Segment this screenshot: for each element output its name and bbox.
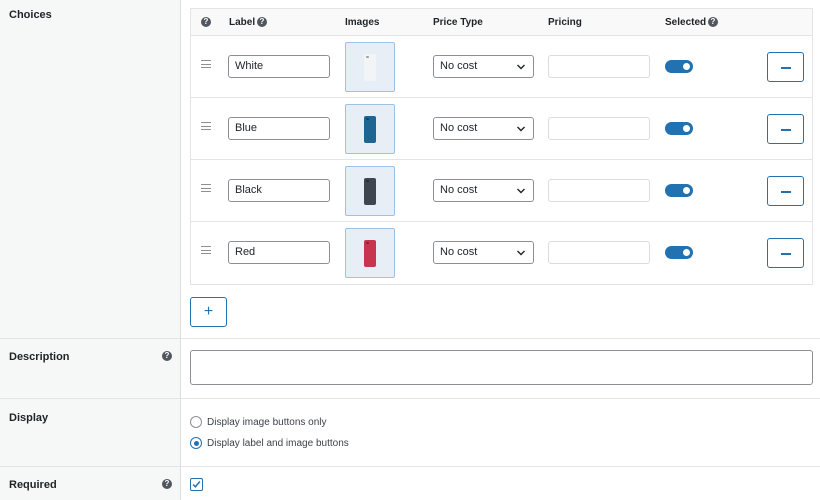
price-type-value: No cost	[440, 60, 478, 72]
selected-toggle[interactable]	[665, 60, 693, 73]
minus-icon	[781, 67, 791, 69]
radio-button[interactable]	[190, 416, 202, 428]
phone-case-image	[364, 178, 376, 205]
drag-handle-icon[interactable]	[201, 184, 211, 192]
chevron-down-icon	[517, 64, 525, 70]
price-type-select[interactable]: No cost	[433, 117, 534, 140]
choice-image-button[interactable]	[345, 166, 395, 216]
price-type-value: No cost	[440, 246, 478, 258]
drag-handle-icon[interactable]	[201, 60, 211, 68]
price-type-select[interactable]: No cost	[433, 241, 534, 264]
selected-toggle[interactable]	[665, 184, 693, 197]
description-textarea[interactable]	[190, 350, 813, 385]
display-label: Display	[9, 412, 49, 424]
pricing-input[interactable]	[548, 241, 650, 264]
choice-image-button[interactable]	[345, 42, 395, 92]
phone-case-image	[364, 116, 376, 143]
minus-icon	[781, 253, 791, 255]
help-icon[interactable]: ?	[162, 479, 172, 489]
header-pricing: Pricing	[548, 17, 582, 28]
required-checkbox[interactable]	[190, 478, 203, 491]
header-price-type: Price Type	[433, 17, 483, 28]
phone-case-image	[364, 240, 376, 267]
chevron-down-icon	[517, 250, 525, 256]
choice-label-input[interactable]: Blue	[228, 117, 330, 140]
help-icon[interactable]: ?	[708, 17, 718, 27]
selected-toggle[interactable]	[665, 246, 693, 259]
chevron-down-icon	[517, 126, 525, 132]
choice-label-input[interactable]: White	[228, 55, 330, 78]
display-option[interactable]: Display label and image buttons	[190, 437, 349, 449]
choice-image-button[interactable]	[345, 104, 395, 154]
row-divider	[0, 466, 820, 467]
description-label: Description	[9, 351, 70, 363]
choice-row: Red No cost	[191, 222, 812, 284]
choice-row: Blue No cost	[191, 98, 812, 160]
row-divider	[0, 398, 820, 399]
choice-row: Black No cost	[191, 160, 812, 222]
choice-label-input[interactable]: Black	[228, 179, 330, 202]
pricing-input[interactable]	[548, 55, 650, 78]
display-option-label: Display label and image buttons	[207, 437, 349, 449]
price-type-value: No cost	[440, 122, 478, 134]
field-labels-column	[0, 0, 181, 500]
price-type-select[interactable]: No cost	[433, 55, 534, 78]
choice-image-button[interactable]	[345, 228, 395, 278]
minus-icon	[781, 129, 791, 131]
help-icon[interactable]: ?	[201, 17, 211, 27]
header-images: Images	[345, 17, 380, 28]
price-type-select[interactable]: No cost	[433, 179, 534, 202]
display-option-label: Display image buttons only	[207, 416, 327, 428]
pricing-input[interactable]	[548, 117, 650, 140]
choices-label: Choices	[9, 9, 52, 21]
row-divider	[0, 338, 820, 339]
pricing-input[interactable]	[548, 179, 650, 202]
checkmark-icon	[192, 481, 201, 488]
required-label: Required	[9, 479, 57, 491]
display-option[interactable]: Display image buttons only	[190, 416, 327, 428]
chevron-down-icon	[517, 188, 525, 194]
choice-label-input[interactable]: Red	[228, 241, 330, 264]
radio-button[interactable]	[190, 437, 202, 449]
remove-choice-button[interactable]	[767, 176, 804, 206]
choices-table-header: ? Label ? Images Price Type Pricing Sele…	[191, 9, 812, 36]
selected-toggle[interactable]	[665, 122, 693, 135]
help-icon[interactable]: ?	[162, 351, 172, 361]
remove-choice-button[interactable]	[767, 114, 804, 144]
choice-row: White No cost	[191, 36, 812, 98]
header-label: Label	[229, 17, 256, 28]
help-icon[interactable]: ?	[257, 17, 267, 27]
price-type-value: No cost	[440, 184, 478, 196]
header-selected: Selected	[665, 17, 707, 28]
drag-handle-icon[interactable]	[201, 246, 211, 254]
drag-handle-icon[interactable]	[201, 122, 211, 130]
phone-case-image	[364, 54, 376, 81]
choices-table: ? Label ? Images Price Type Pricing Sele…	[190, 8, 813, 285]
remove-choice-button[interactable]	[767, 238, 804, 268]
remove-choice-button[interactable]	[767, 52, 804, 82]
add-choice-button[interactable]: +	[190, 297, 227, 327]
minus-icon	[781, 191, 791, 193]
